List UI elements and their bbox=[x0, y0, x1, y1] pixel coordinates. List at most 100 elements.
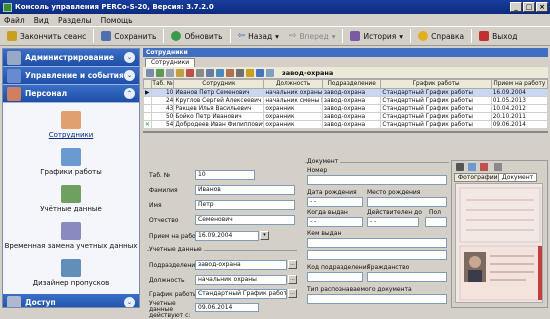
end-session-button[interactable]: Закончить сеанс bbox=[2, 28, 91, 44]
cell-position: охранник bbox=[263, 120, 323, 129]
print-icon[interactable] bbox=[494, 163, 502, 171]
forward-button[interactable]: ⇨ Вперед ▾ bbox=[284, 28, 341, 44]
card-icon[interactable] bbox=[226, 68, 234, 77]
cell-schedule: Стандартный График работы bbox=[380, 104, 492, 113]
department-browse-button[interactable]: ... bbox=[288, 260, 297, 269]
table-row[interactable]: 50 Бойко Петр Иванович охранник завод-ох… bbox=[143, 112, 548, 121]
delete-photo-icon[interactable] bbox=[480, 163, 488, 171]
refresh-button[interactable]: Обновить bbox=[166, 28, 227, 44]
issued-date-field[interactable]: - - bbox=[307, 217, 363, 227]
sidebar-item-credentials[interactable]: Учётные данные bbox=[3, 185, 139, 213]
employee-icon bbox=[61, 111, 81, 129]
search-icon[interactable] bbox=[206, 68, 214, 77]
filter-icon[interactable] bbox=[146, 68, 154, 77]
calendar-dropdown-button[interactable]: ▾ bbox=[260, 231, 269, 240]
section-header: Сотрудники bbox=[143, 48, 548, 57]
table-row[interactable]: ▶ 10 Иванов Петр Семенович начальник охр… bbox=[143, 88, 548, 97]
building-icon[interactable] bbox=[266, 68, 274, 77]
issued-by-field[interactable] bbox=[307, 238, 447, 248]
minimize-button[interactable]: _ bbox=[510, 2, 522, 12]
copy-icon[interactable] bbox=[166, 68, 174, 77]
key-icon[interactable] bbox=[246, 68, 254, 77]
camera-icon[interactable] bbox=[456, 163, 464, 171]
issued-by-field-2[interactable] bbox=[307, 250, 447, 260]
tab-document[interactable]: Документ bbox=[498, 173, 538, 182]
tab-photos[interactable]: Фотографии bbox=[454, 173, 502, 182]
firstname-field[interactable]: Петр bbox=[195, 200, 295, 210]
valid-until-field[interactable]: - - bbox=[367, 217, 419, 227]
row-marker bbox=[143, 104, 152, 113]
people-icon bbox=[7, 86, 21, 101]
arrow-left-icon: ⇦ bbox=[237, 31, 246, 41]
schedule-field[interactable]: Стандартный График работы bbox=[195, 289, 287, 299]
image-icon[interactable] bbox=[468, 163, 476, 171]
menu-sections[interactable]: Разделы bbox=[58, 16, 92, 25]
doc-type-select[interactable] bbox=[307, 294, 447, 304]
patronymic-field[interactable]: Семенович bbox=[195, 215, 295, 225]
exit-button[interactable]: Выход bbox=[474, 28, 522, 44]
chevron-down-icon[interactable]: ⌄ bbox=[124, 70, 135, 81]
photo-panel: Фотографии Документ bbox=[451, 160, 548, 308]
column-header[interactable]: Сотрудник bbox=[173, 79, 265, 89]
sidebar-section-personnel[interactable]: Персонал ⌃ bbox=[3, 85, 139, 103]
sort-icon[interactable] bbox=[256, 68, 264, 77]
hire-date-field[interactable]: 16.09.2004 bbox=[195, 231, 259, 241]
sidebar-item-temp-replace[interactable]: Временная замена учетных данных bbox=[3, 222, 139, 250]
history-button[interactable]: История ▾ bbox=[345, 28, 408, 44]
chevron-down-icon[interactable]: ⌄ bbox=[124, 52, 135, 63]
column-header[interactable]: Прием на работу bbox=[490, 79, 548, 89]
back-button[interactable]: ⇦ Назад ▾ bbox=[233, 28, 284, 44]
add-icon[interactable] bbox=[156, 68, 164, 77]
sidebar-item-pass-designer[interactable]: Дизайнер пропусков bbox=[3, 259, 139, 287]
doc-number-field[interactable] bbox=[307, 175, 447, 185]
close-button[interactable]: × bbox=[536, 2, 548, 12]
cell-tab: 54 bbox=[150, 120, 175, 129]
table-row[interactable]: 24 Круглов Сергей Алексеевич начальник с… bbox=[143, 96, 548, 105]
column-header[interactable]: Должность bbox=[263, 79, 323, 89]
delete-icon[interactable] bbox=[186, 68, 194, 77]
arrow-right-icon: ⇨ bbox=[288, 31, 297, 41]
export-icon[interactable] bbox=[216, 68, 224, 77]
table-row[interactable]: ✕ 54 Добродеев Иван Филиппович охранник … bbox=[143, 120, 548, 129]
gender-field[interactable] bbox=[425, 217, 447, 227]
tab-employees[interactable]: Сотрудники bbox=[145, 58, 196, 67]
column-header[interactable]: Таб. № bbox=[150, 79, 175, 89]
employees-grid[interactable]: Таб. № Сотрудник Должность Подразделение… bbox=[143, 79, 548, 133]
gears-icon bbox=[7, 50, 21, 65]
valid-from-field[interactable]: 09.06.2014 bbox=[195, 303, 259, 312]
cell-department: завод-охрана bbox=[321, 104, 382, 113]
position-browse-button[interactable]: ... bbox=[288, 275, 297, 284]
save-button[interactable]: Сохранить bbox=[96, 28, 161, 44]
print-icon[interactable] bbox=[196, 68, 204, 77]
chevron-down-icon[interactable]: ⌄ bbox=[124, 297, 135, 307]
table-row[interactable]: 43 Ракцев Илья Васильевич охранник завод… bbox=[143, 104, 548, 113]
position-field[interactable]: начальник охраны bbox=[195, 275, 287, 285]
column-header[interactable]: Подразделение bbox=[321, 79, 382, 89]
column-header[interactable] bbox=[143, 79, 152, 89]
cell-schedule: Стандартный График работы bbox=[380, 88, 492, 97]
camera-icon[interactable] bbox=[236, 68, 244, 77]
lastname-field[interactable]: Иванов bbox=[195, 185, 295, 195]
birth-date-field[interactable]: - - bbox=[307, 197, 363, 207]
department-field[interactable]: завод-охрана bbox=[195, 260, 287, 270]
row-marker: ▶ bbox=[143, 88, 152, 97]
sidebar-item-schedules[interactable]: Графики работы bbox=[3, 148, 139, 176]
menu-help[interactable]: Помощь bbox=[101, 16, 133, 25]
menu-view[interactable]: Вид bbox=[34, 16, 49, 25]
citizenship-field[interactable] bbox=[367, 272, 447, 282]
menu-file[interactable]: Файл bbox=[4, 16, 25, 25]
sidebar-section-admin[interactable]: Администрирование ⌄ bbox=[3, 49, 139, 67]
birth-place-field[interactable] bbox=[367, 197, 447, 207]
sidebar-section-control[interactable]: Управление и события ⌄ bbox=[3, 67, 139, 85]
subdivision-code-field[interactable] bbox=[307, 272, 363, 282]
schedule-browse-button[interactable]: ... bbox=[288, 289, 297, 298]
help-button[interactable]: Справка bbox=[413, 28, 469, 44]
maximize-button[interactable]: □ bbox=[523, 2, 535, 12]
chevron-up-icon[interactable]: ⌃ bbox=[124, 88, 135, 99]
cell-tab: 50 bbox=[150, 112, 175, 121]
column-header[interactable]: График работы bbox=[380, 79, 492, 89]
sidebar-section-access[interactable]: Доступ ⌄ bbox=[3, 294, 139, 307]
edit-icon[interactable] bbox=[176, 68, 184, 77]
tab-number-field[interactable]: 10 bbox=[195, 170, 255, 180]
sidebar-item-employees[interactable]: Сотрудники bbox=[3, 111, 139, 139]
